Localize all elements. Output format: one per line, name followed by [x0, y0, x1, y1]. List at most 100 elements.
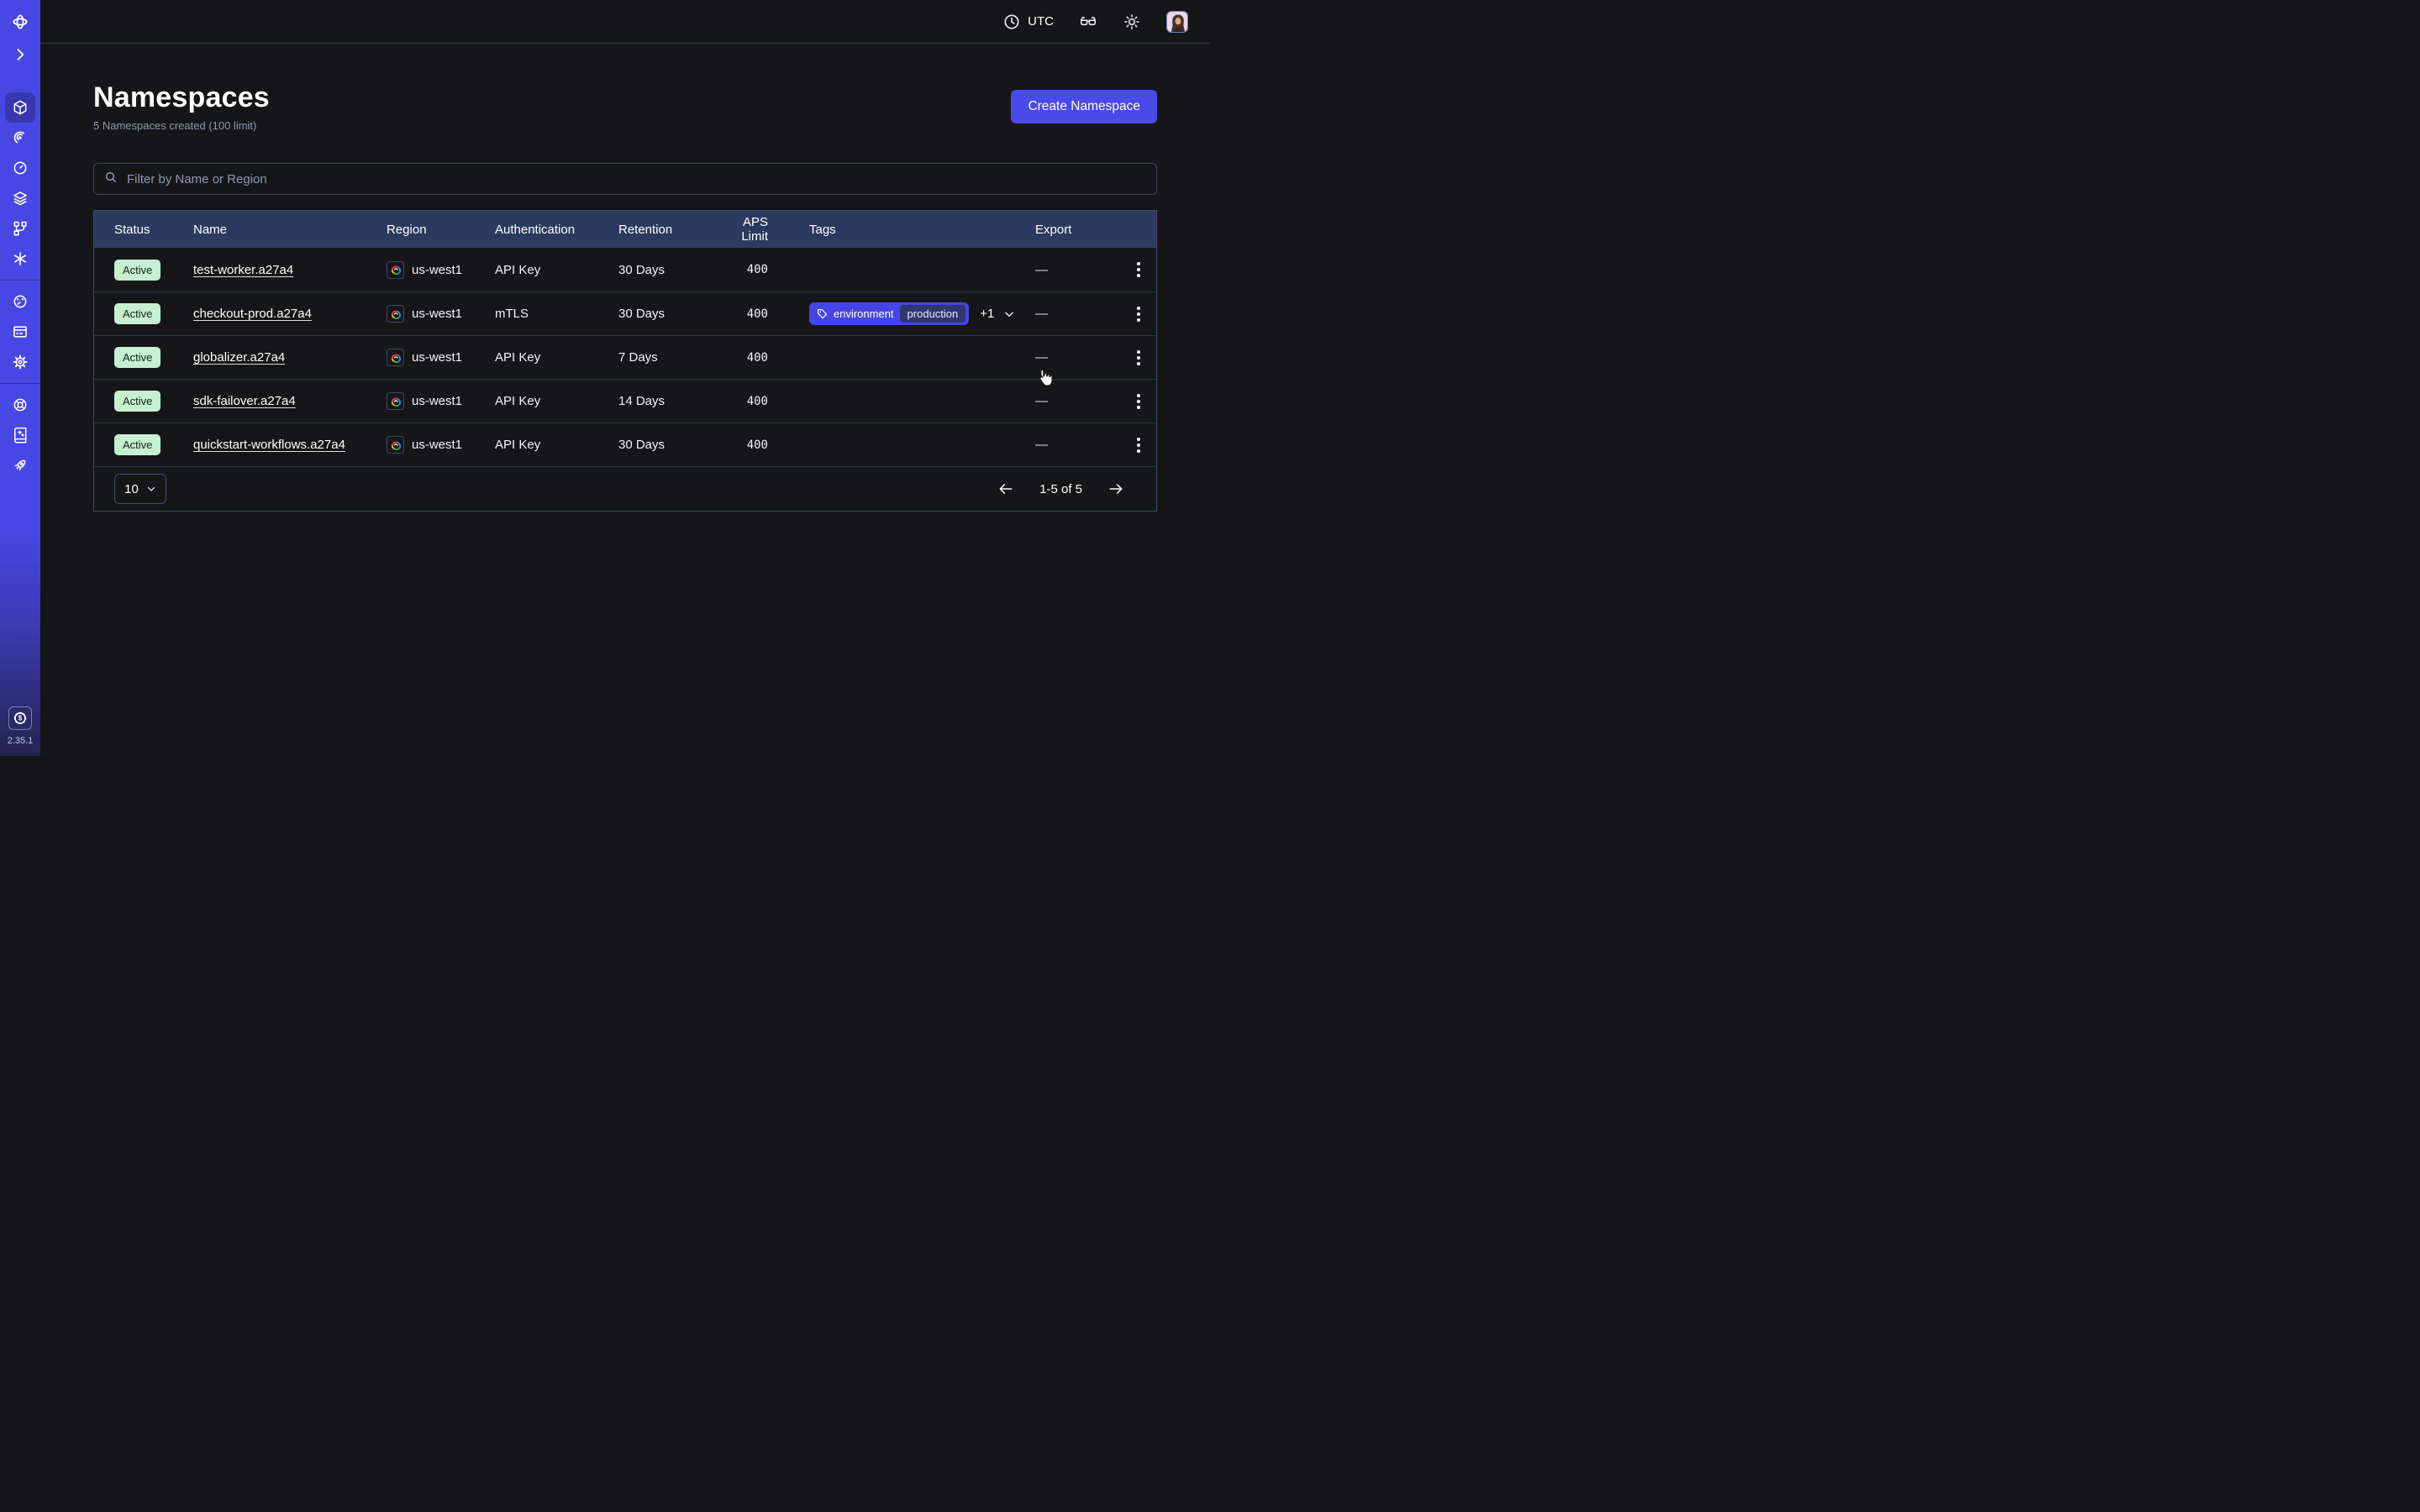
tag-key: environment: [834, 307, 894, 320]
column-header-export: Export: [1035, 223, 1120, 237]
region-cell: us-west1: [387, 261, 495, 279]
retention-cell: 30 Days: [618, 438, 715, 452]
row-menu-kebab-button[interactable]: [1132, 302, 1145, 327]
gcp-cloud-icon: [387, 392, 404, 410]
tag-icon: [817, 308, 828, 319]
table-body: Active test-worker.a27a4 us-west1 API Ke…: [94, 248, 1156, 466]
region-cell: us-west1: [387, 305, 495, 323]
export-cell: —: [1035, 394, 1120, 408]
tag-value: production: [900, 305, 966, 323]
arrow-left-icon: [997, 480, 1014, 497]
namespace-link[interactable]: globalizer.a27a4: [193, 350, 285, 365]
pagination-bar: 10 1-5 of 5: [94, 466, 1156, 511]
sidebar-item-namespaces[interactable]: [5, 92, 35, 123]
tag-pill[interactable]: environment production: [809, 302, 969, 325]
create-namespace-button[interactable]: Create Namespace: [1011, 90, 1157, 123]
aps-limit-cell: 400: [715, 263, 768, 276]
retention-cell: 30 Days: [618, 263, 715, 277]
namespace-link[interactable]: quickstart-workflows.a27a4: [193, 438, 345, 452]
name-cell: test-worker.a27a4: [193, 263, 387, 277]
theme-toggle-sun-icon[interactable]: [1123, 13, 1141, 31]
gcp-cloud-icon: [387, 305, 404, 323]
tags-cell: environment production +1: [768, 302, 1035, 325]
region-cell: us-west1: [387, 349, 495, 366]
sidebar-item-billing[interactable]: [5, 317, 35, 347]
pagination-range: 1-5 of 5: [1039, 482, 1082, 496]
sidebar-expand-chevron-icon[interactable]: [5, 39, 35, 70]
name-cell: globalizer.a27a4: [193, 350, 387, 365]
row-actions-cell: [1120, 257, 1156, 282]
labs-glasses-icon[interactable]: [1079, 13, 1097, 31]
next-page-button[interactable]: [1106, 479, 1126, 499]
pricing-badge-dollar-icon[interactable]: $: [8, 706, 32, 730]
sidebar-item-docs[interactable]: [5, 420, 35, 450]
authentication-cell: mTLS: [495, 307, 618, 321]
gcp-cloud-icon: [387, 436, 404, 454]
row-menu-kebab-button[interactable]: [1132, 257, 1145, 282]
row-menu-kebab-button[interactable]: [1132, 345, 1145, 370]
status-badge: Active: [114, 391, 160, 412]
aps-limit-cell: 400: [715, 351, 768, 365]
filter-searchbar: [93, 163, 1157, 195]
namespace-count-subtitle: 5 Namespaces created (100 limit): [93, 119, 270, 132]
previous-page-button[interactable]: [996, 479, 1016, 499]
export-cell: —: [1035, 263, 1120, 277]
column-header-name: Name: [193, 223, 387, 237]
page-size-value: 10: [124, 482, 139, 496]
column-header-status: Status: [114, 223, 193, 237]
row-actions-cell: [1120, 302, 1156, 327]
topbar: UTC: [40, 0, 1210, 44]
app-root: $ 2.35.1 UTC: [0, 0, 1210, 756]
name-cell: quickstart-workflows.a27a4: [193, 438, 387, 452]
column-header-aps-limit: APS Limit: [715, 215, 768, 244]
column-header-retention: Retention: [618, 223, 715, 237]
sidebar-item-nexus[interactable]: [5, 244, 35, 274]
chevron-down-icon: [146, 484, 156, 494]
sidebar-item-deployments[interactable]: [5, 213, 35, 244]
row-menu-kebab-button[interactable]: [1132, 433, 1145, 458]
svg-text:$: $: [18, 715, 23, 722]
namespace-link[interactable]: test-worker.a27a4: [193, 263, 293, 277]
retention-cell: 7 Days: [618, 350, 715, 365]
region-cell: us-west1: [387, 436, 495, 454]
status-badge: Active: [114, 303, 160, 324]
aps-limit-cell: 400: [715, 395, 768, 408]
column-header-tags: Tags: [768, 223, 1035, 237]
status-badge: Active: [114, 347, 160, 368]
sidebar-item-workflows[interactable]: [5, 123, 35, 153]
sidebar-item-schedules[interactable]: [5, 153, 35, 183]
sidebar-item-settings[interactable]: [5, 347, 35, 377]
tag-more-count: +1: [980, 307, 994, 321]
namespace-link[interactable]: checkout-prod.a27a4: [193, 307, 312, 321]
temporal-logo-icon[interactable]: [5, 7, 35, 37]
region-label: us-west1: [412, 307, 462, 321]
table-row: Active quickstart-workflows.a27a4 us-wes…: [94, 423, 1156, 466]
region-label: us-west1: [412, 438, 462, 452]
namespace-link[interactable]: sdk-failover.a27a4: [193, 394, 296, 408]
arrow-right-icon: [1107, 480, 1124, 497]
gcp-cloud-icon: [387, 349, 404, 366]
row-menu-kebab-button[interactable]: [1132, 389, 1145, 414]
sidebar: $ 2.35.1: [0, 0, 40, 756]
export-cell: —: [1035, 307, 1120, 321]
sidebar-item-support[interactable]: [5, 390, 35, 420]
filter-input[interactable]: [125, 164, 1146, 194]
column-header-region: Region: [387, 223, 495, 237]
status-cell: Active: [114, 260, 193, 281]
authentication-cell: API Key: [495, 263, 618, 277]
page-size-select[interactable]: 10: [114, 474, 166, 504]
aps-limit-cell: 400: [715, 438, 768, 452]
user-avatar[interactable]: [1166, 11, 1188, 33]
region-cell: us-west1: [387, 392, 495, 410]
timezone-label: UTC: [1028, 14, 1054, 29]
export-cell: —: [1035, 438, 1120, 452]
app-version: 2.35.1: [8, 736, 34, 746]
timezone-button[interactable]: UTC: [1002, 13, 1054, 31]
sidebar-item-task-queues[interactable]: [5, 183, 35, 213]
sidebar-item-getting-started[interactable]: [5, 450, 35, 480]
search-icon: [104, 171, 118, 188]
sidebar-item-usage[interactable]: [5, 286, 35, 317]
tags-expand-chevron-icon[interactable]: [1003, 308, 1015, 320]
table-header: Status Name Region Authentication Retent…: [94, 211, 1156, 248]
table-row: Active sdk-failover.a27a4 us-west1 API K…: [94, 379, 1156, 423]
